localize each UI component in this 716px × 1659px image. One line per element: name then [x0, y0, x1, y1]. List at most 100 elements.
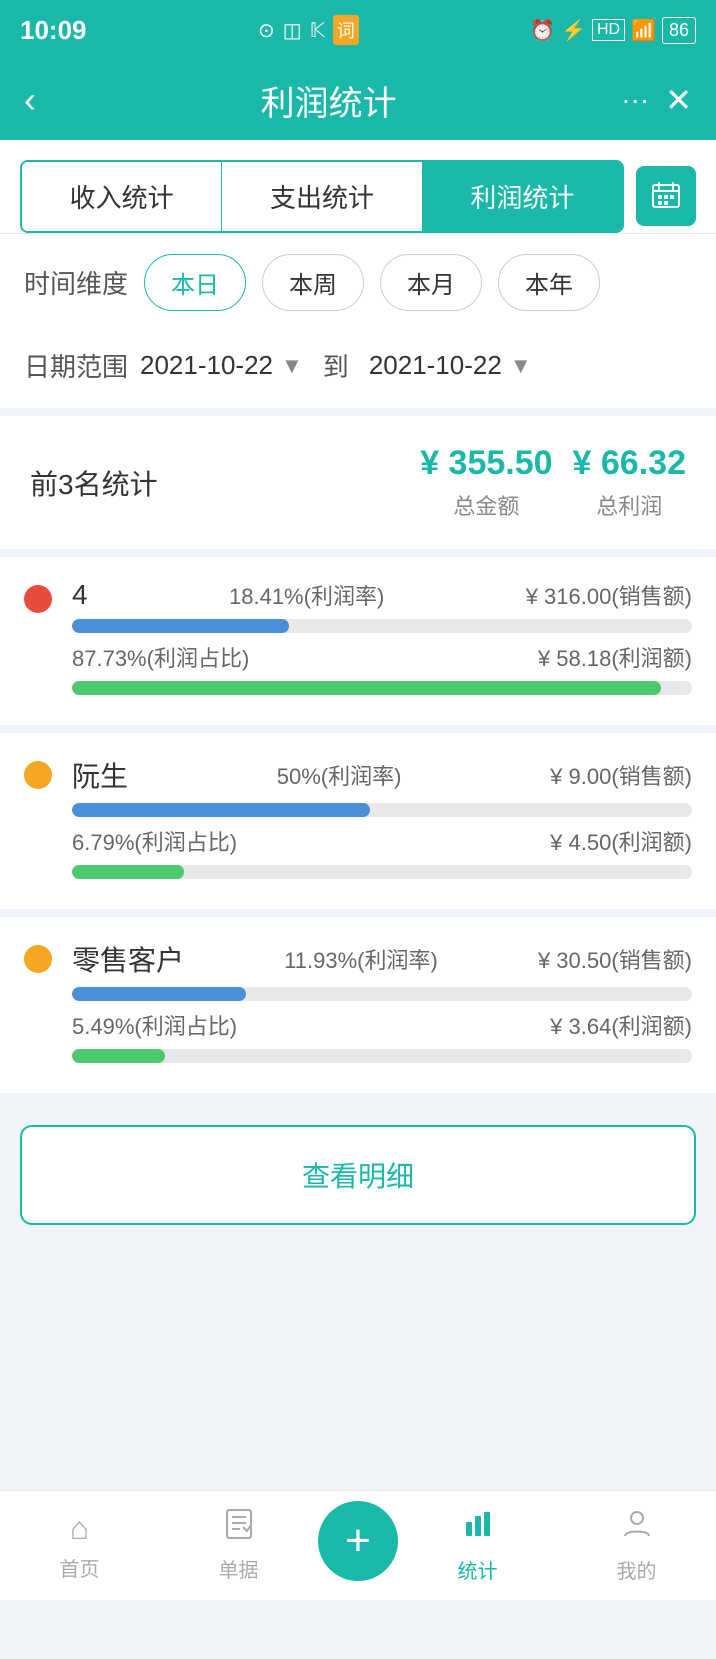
tab-profit[interactable]: 利润统计: [423, 162, 622, 231]
tab-group: 收入统计 支出统计 利润统计: [20, 160, 624, 233]
date-to-value: 2021-10-22: [369, 350, 502, 381]
nav-label-home: 首页: [60, 1553, 100, 1582]
bottom-nav: ⌂ 首页 单据 + 统计: [0, 1490, 716, 1600]
item-card-2: 零售客户 11.93%(利润率) ¥ 30.50(销售额) 5.49%(利润占比…: [0, 917, 716, 1101]
battery-icon: 86: [662, 17, 696, 44]
status-bar: 10:09 ⊙ ◫ 𝕂 词 ⏰ ⚡ HD 📶 86: [0, 0, 716, 60]
item-row2-2: 5.49%(利润占比) ¥ 3.64(利润额): [72, 1009, 692, 1041]
item-name-1: 阮生: [72, 755, 128, 795]
item-content-1: 阮生 50%(利润率) ¥ 9.00(销售额) 6.79%(利润占比) ¥ 4.…: [72, 755, 692, 887]
status-icons: ⊙ ◫ 𝕂 词: [258, 15, 359, 45]
item-dot-1: [24, 761, 52, 789]
date-from-arrow: ▼: [281, 353, 303, 379]
stats-icon: [462, 1508, 494, 1549]
tab-income[interactable]: 收入统计: [22, 162, 221, 231]
summary-label: 前3名统计: [30, 463, 400, 503]
tab-expense[interactable]: 支出统计: [221, 162, 422, 231]
nav-item-mine[interactable]: 我的: [557, 1508, 716, 1584]
item-bar-blue-2: [72, 987, 692, 1001]
summary-profit-value: ¥ 66.32: [573, 444, 686, 483]
nav-item-stats[interactable]: 统计: [398, 1508, 557, 1584]
summary-total-amount: ¥ 355.50 总金额: [420, 444, 552, 521]
nav-label-stats: 统计: [458, 1555, 498, 1584]
back-button[interactable]: ‹: [24, 79, 36, 121]
summary-amount-value: ¥ 355.50: [420, 444, 552, 483]
date-range: 日期范围 2021-10-22 ▼ 到 2021-10-22 ▼: [0, 331, 716, 416]
nav-label-mine: 我的: [617, 1555, 657, 1584]
item-profit-amount-1: ¥ 4.50(利润额): [550, 825, 692, 857]
date-to-arrow: ▼: [510, 353, 532, 379]
signal-icon: 📶: [631, 18, 656, 43]
item-profit-amount-0: ¥ 58.18(利润额): [538, 641, 692, 673]
item-profit-ratio-0: 87.73%(利润占比): [72, 641, 249, 673]
item-profit-amount-2: ¥ 3.64(利润额): [550, 1009, 692, 1041]
close-button[interactable]: ✕: [665, 81, 692, 119]
bluetooth-icon: ⚡: [561, 18, 586, 43]
page-title: 利润统计: [36, 76, 621, 125]
item-bar-green-fill-2: [72, 1049, 165, 1063]
more-button[interactable]: ···: [621, 84, 649, 116]
item-bar-blue-fill-0: [72, 619, 289, 633]
item-rate-2: 11.93%(利润率): [284, 943, 438, 975]
time-btn-month[interactable]: 本月: [380, 254, 482, 311]
summary-amount-label: 总金额: [420, 489, 552, 521]
app-icon1: 𝕂: [310, 18, 325, 43]
item-bar-blue-1: [72, 803, 692, 817]
item-bar-green-fill-0: [72, 681, 661, 695]
date-from-picker[interactable]: 2021-10-22 ▼: [140, 350, 303, 381]
time-filter-label: 时间维度: [24, 264, 128, 301]
app-icon2: 词: [333, 15, 359, 45]
time-btn-day[interactable]: 本日: [144, 254, 246, 311]
item-bar-green-fill-1: [72, 865, 184, 879]
item-row1-2: 零售客户 11.93%(利润率) ¥ 30.50(销售额): [72, 939, 692, 979]
item-profit-ratio-1: 6.79%(利润占比): [72, 825, 237, 857]
summary-total-profit: ¥ 66.32 总利润: [573, 444, 686, 521]
item-bar-green-2: [72, 1049, 692, 1063]
item-bar-green-1: [72, 865, 692, 879]
item-bar-green-0: [72, 681, 692, 695]
date-range-label: 日期范围: [24, 347, 128, 384]
home-icon: ⌂: [70, 1510, 89, 1547]
mine-icon: [621, 1508, 653, 1549]
header: ‹ 利润统计 ··· ✕: [0, 60, 716, 140]
item-row1-0: 4 18.41%(利润率) ¥ 316.00(销售额): [72, 579, 692, 611]
date-from-value: 2021-10-22: [140, 350, 273, 381]
item-card-0: 4 18.41%(利润率) ¥ 316.00(销售额) 87.73%(利润占比)…: [0, 557, 716, 733]
item-content-2: 零售客户 11.93%(利润率) ¥ 30.50(销售额) 5.49%(利润占比…: [72, 939, 692, 1071]
nav-item-add[interactable]: +: [318, 1501, 398, 1591]
item-sales-2: ¥ 30.50(销售额): [538, 943, 692, 975]
item-sales-1: ¥ 9.00(销售额): [550, 759, 692, 791]
time-btn-year[interactable]: 本年: [498, 254, 600, 311]
view-detail-button[interactable]: 查看明细: [20, 1125, 696, 1225]
item-dot-0: [24, 585, 52, 613]
status-right: ⏰ ⚡ HD 📶 86: [530, 17, 696, 44]
item-dot-2: [24, 945, 52, 973]
item-sales-0: ¥ 316.00(销售额): [526, 579, 692, 611]
photo-icon: ◫: [283, 18, 302, 43]
time-filter: 时间维度 本日 本周 本月 本年: [0, 234, 716, 331]
time-btn-week[interactable]: 本周: [262, 254, 364, 311]
item-header-2: 零售客户 11.93%(利润率) ¥ 30.50(销售额) 5.49%(利润占比…: [24, 939, 692, 1071]
summary-card: 前3名统计 ¥ 355.50 总金额 ¥ 66.32 总利润: [0, 416, 716, 557]
item-content-0: 4 18.41%(利润率) ¥ 316.00(销售额) 87.73%(利润占比)…: [72, 579, 692, 703]
item-bar-blue-fill-2: [72, 987, 246, 1001]
alarm-icon: ⏰: [530, 18, 555, 43]
tabs-container: 收入统计 支出统计 利润统计: [0, 140, 716, 234]
date-to-label: 到: [323, 347, 349, 384]
item-row2-1: 6.79%(利润占比) ¥ 4.50(利润额): [72, 825, 692, 857]
calendar-icon-button[interactable]: [636, 166, 696, 226]
summary-profit-label: 总利润: [573, 489, 686, 521]
item-header-0: 4 18.41%(利润率) ¥ 316.00(销售额) 87.73%(利润占比)…: [24, 579, 692, 703]
item-bar-blue-fill-1: [72, 803, 370, 817]
item-rate-1: 50%(利润率): [277, 759, 402, 791]
date-to-picker[interactable]: 2021-10-22 ▼: [369, 350, 532, 381]
nav-item-home[interactable]: ⌂ 首页: [0, 1510, 159, 1582]
item-name-0: 4: [72, 579, 88, 611]
orders-icon: [223, 1508, 255, 1548]
add-button[interactable]: +: [318, 1501, 398, 1581]
item-profit-ratio-2: 5.49%(利润占比): [72, 1009, 237, 1041]
item-card-1: 阮生 50%(利润率) ¥ 9.00(销售额) 6.79%(利润占比) ¥ 4.…: [0, 733, 716, 917]
nav-label-orders: 单据: [219, 1554, 259, 1583]
nav-item-orders[interactable]: 单据: [159, 1508, 318, 1583]
item-row1-1: 阮生 50%(利润率) ¥ 9.00(销售额): [72, 755, 692, 795]
